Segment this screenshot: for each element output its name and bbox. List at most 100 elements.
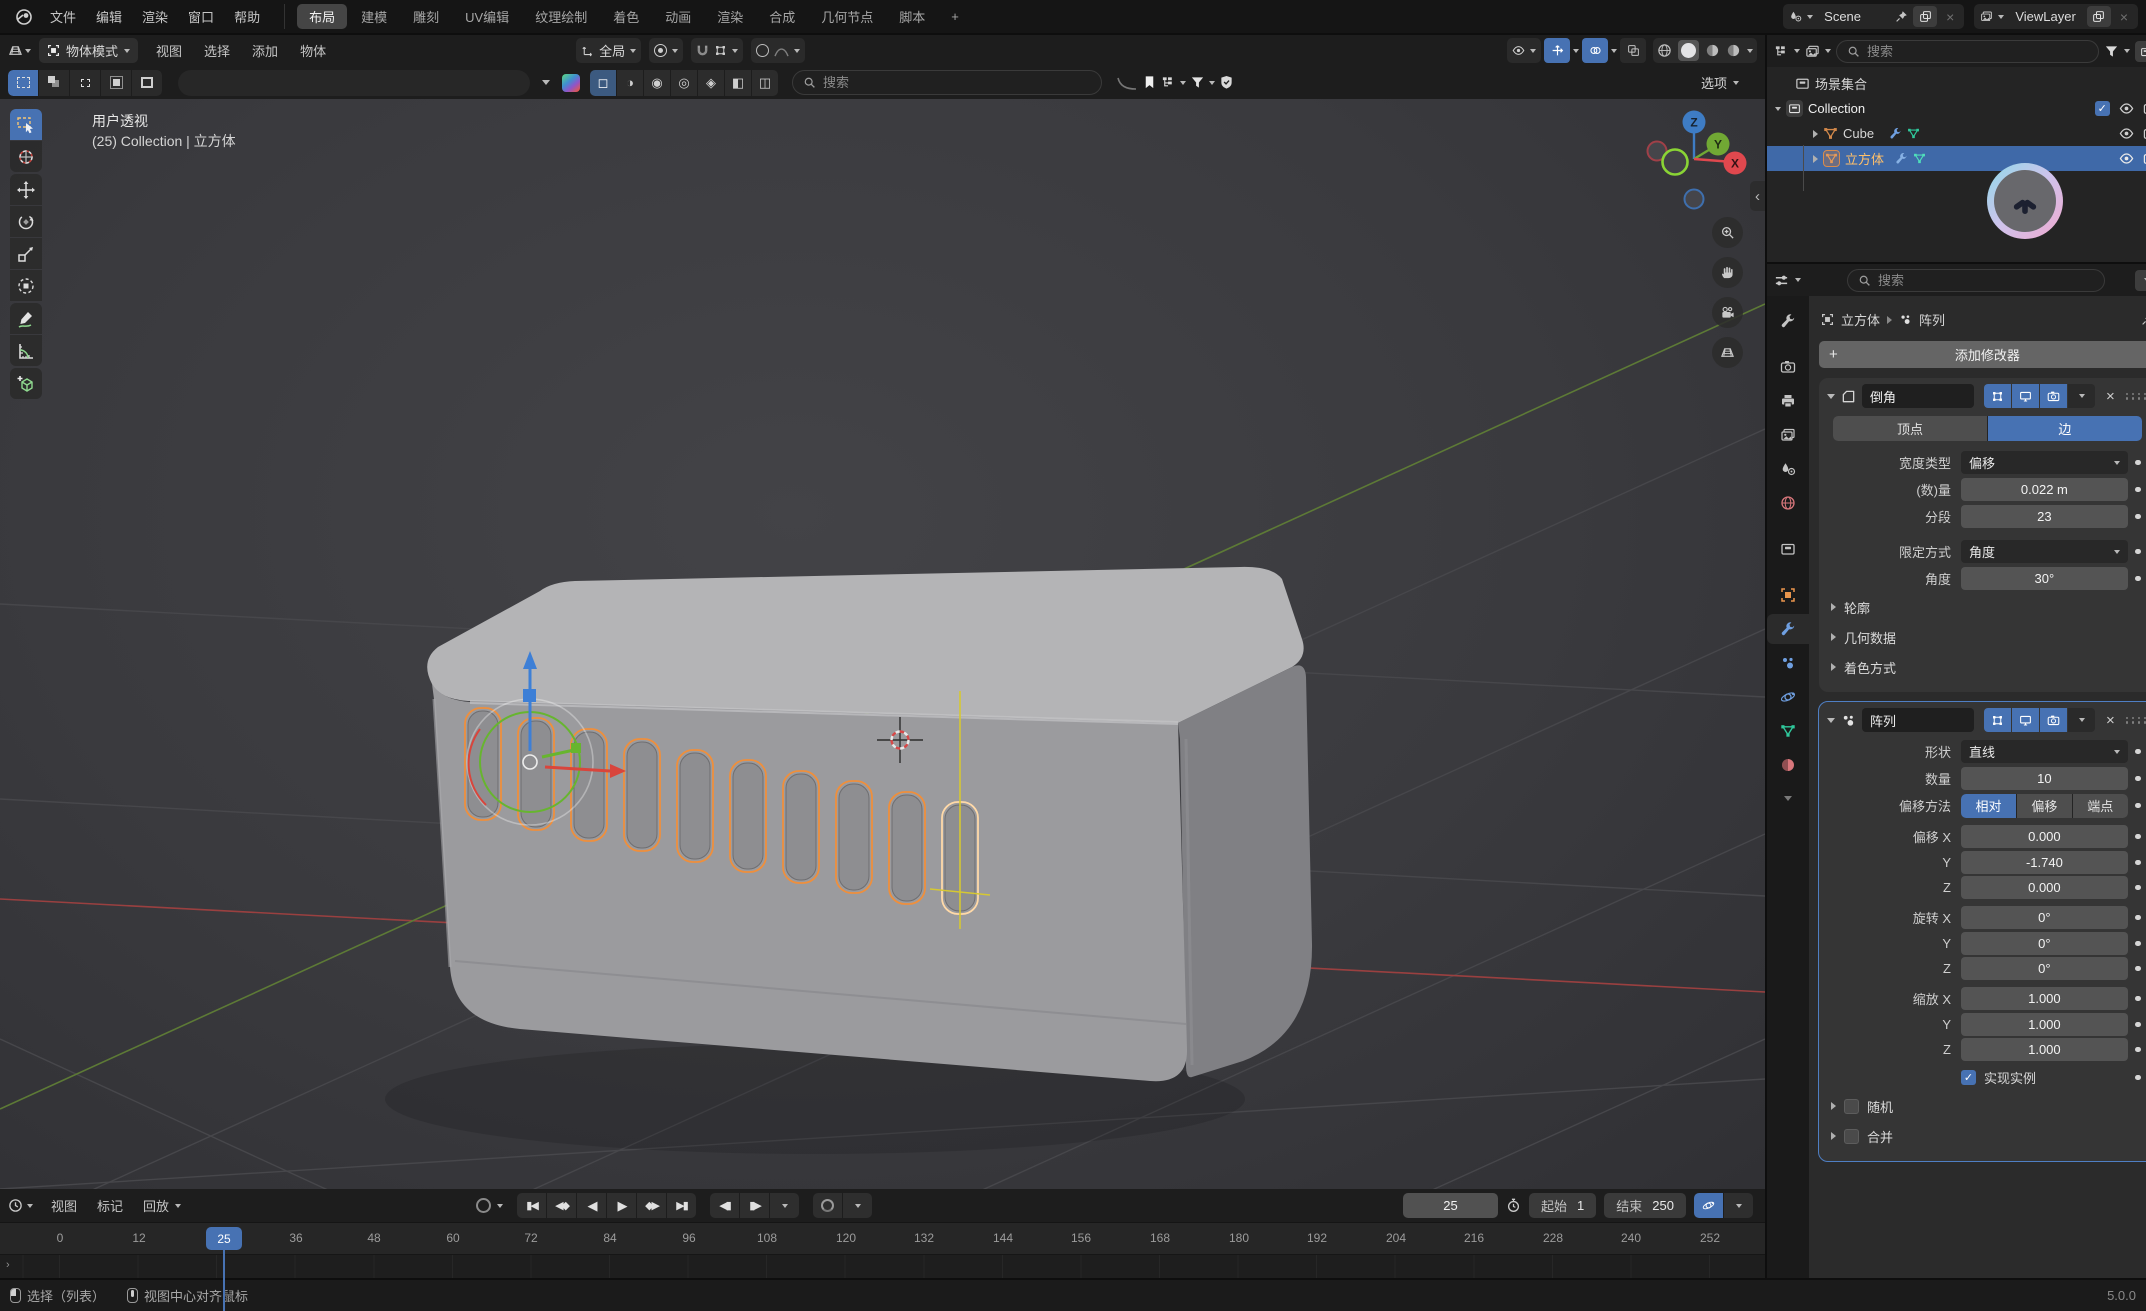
fit-type-dropdown[interactable]: 直线: [1961, 740, 2128, 763]
tab-scripting[interactable]: 脚本: [887, 4, 937, 29]
tab-material[interactable]: [1767, 750, 1809, 780]
proportional-edit-icon[interactable]: [756, 44, 769, 57]
tool-option-field[interactable]: [178, 70, 530, 96]
timeline-menu-playback[interactable]: 回放: [133, 1194, 191, 1218]
offset-mode-relative[interactable]: 相对: [1961, 794, 2016, 818]
rotation-x-field[interactable]: 0°: [1961, 906, 2128, 929]
animate-dot[interactable]: [2128, 514, 2146, 520]
amount-field[interactable]: 0.022 m: [1961, 478, 2128, 501]
object-visibility-dropdown[interactable]: [1507, 38, 1541, 63]
auto-keying-dropdown[interactable]: [843, 1193, 872, 1218]
editor-type-icon[interactable]: [8, 43, 23, 58]
rotation-z-field[interactable]: 0°: [1961, 957, 2128, 980]
offset-x-field[interactable]: 0.000: [1961, 825, 2128, 848]
play-reverse-button[interactable]: ◀: [577, 1193, 606, 1218]
next-keyframe-button[interactable]: ◆▶: [637, 1193, 666, 1218]
tab-render[interactable]: [1767, 352, 1809, 382]
search-input[interactable]: [823, 75, 1091, 90]
offset-mode-constant[interactable]: 偏移: [2017, 794, 2072, 818]
show-overlays-toggle[interactable]: [1582, 38, 1608, 63]
filter-curve-toggle[interactable]: ◑: [617, 70, 643, 96]
animate-dot[interactable]: [2128, 803, 2146, 809]
tab-world[interactable]: [1767, 488, 1809, 518]
merge-checkbox[interactable]: [1844, 1129, 1859, 1144]
outliner-filter-icon[interactable]: [2104, 44, 2119, 59]
tool-rotate[interactable]: [10, 206, 42, 237]
filter-armature-toggle[interactable]: ◧: [725, 70, 751, 96]
play-button[interactable]: ▶: [607, 1193, 636, 1218]
bevel-delete-button[interactable]: ×: [2101, 388, 2120, 405]
properties-editor-icon[interactable]: [1774, 273, 1789, 288]
angle-field[interactable]: 30°: [1961, 567, 2128, 590]
tab-rendering[interactable]: 渲染: [705, 4, 755, 29]
perspective-toggle-button[interactable]: [1712, 337, 1743, 368]
pivot-point-dropdown[interactable]: [649, 38, 683, 63]
shading-solid-button[interactable]: [1678, 40, 1699, 61]
tab-collection[interactable]: [1767, 534, 1809, 564]
record-button[interactable]: [476, 1198, 491, 1213]
viewlayer-selector[interactable]: ViewLayer ×: [1974, 4, 2138, 29]
outliner-row-scene-collection[interactable]: 场景集合: [1767, 71, 2146, 96]
add-modifier-button[interactable]: + 添加修改器: [1819, 341, 2146, 368]
tab-view-layer[interactable]: [1767, 420, 1809, 450]
menu-select[interactable]: 选择: [194, 39, 240, 63]
animate-dot[interactable]: [2128, 860, 2146, 866]
animate-dot[interactable]: [2128, 487, 2146, 493]
timeline-menu-view[interactable]: 视图: [41, 1194, 87, 1218]
filter-volume-toggle[interactable]: ◎: [671, 70, 697, 96]
jump-to-start-button[interactable]: ▮◀: [517, 1193, 546, 1218]
timeline-menu-marker[interactable]: 标记: [87, 1194, 133, 1218]
tab-uv-editing[interactable]: UV编辑: [453, 4, 521, 29]
menu-file[interactable]: 文件: [40, 5, 86, 29]
tab-rail-scroll-caret[interactable]: [1784, 796, 1792, 801]
prev-keyframe-button[interactable]: ◀◆: [547, 1193, 576, 1218]
animate-dot[interactable]: [2128, 1022, 2146, 1028]
timeline-tracks[interactable]: ›: [0, 1254, 1765, 1278]
shading-wireframe-button[interactable]: [1657, 43, 1672, 58]
scale-x-field[interactable]: 1.000: [1961, 987, 2128, 1010]
array-name-field[interactable]: 阵列: [1862, 708, 1974, 732]
auto-keying-button[interactable]: [813, 1193, 842, 1218]
menu-add[interactable]: 添加: [242, 39, 288, 63]
stopwatch-icon[interactable]: [1506, 1198, 1521, 1213]
bevel-editmode-toggle[interactable]: [1984, 384, 2011, 408]
animate-dot[interactable]: [2128, 1047, 2146, 1053]
select-mode-subtract-button[interactable]: [70, 70, 100, 96]
zoom-button[interactable]: [1712, 217, 1743, 248]
hide-eye-icon[interactable]: [2119, 151, 2134, 166]
offset-y-field[interactable]: -1.740: [1961, 851, 2128, 874]
scale-z-field[interactable]: 1.000: [1961, 1038, 2128, 1061]
options-dropdown[interactable]: 选项: [1701, 73, 1757, 92]
outliner-display-mode-icon[interactable]: [1774, 44, 1789, 59]
3d-viewport[interactable]: 用户透视 (25) Collection | 立方体: [0, 99, 1765, 1189]
menu-object[interactable]: 物体: [290, 39, 336, 63]
transform-orientation-dropdown[interactable]: 全局: [576, 38, 641, 63]
animate-dot[interactable]: [2128, 776, 2146, 782]
array-random-subpanel[interactable]: 随机: [1819, 1091, 2146, 1121]
unlink-scene-button[interactable]: ×: [1942, 9, 1958, 25]
timeline-editor-icon[interactable]: [8, 1198, 23, 1213]
show-gizmo-toggle[interactable]: [1544, 38, 1570, 63]
tab-modeling[interactable]: 建模: [349, 4, 399, 29]
current-frame-field[interactable]: 25: [1403, 1193, 1498, 1218]
filter-mesh-toggle[interactable]: ◻: [590, 70, 616, 96]
tool-measure[interactable]: [10, 335, 42, 366]
animate-dot[interactable]: [2128, 460, 2146, 466]
shield-check-icon[interactable]: [1219, 75, 1234, 90]
segments-field[interactable]: 23: [1961, 505, 2128, 528]
outliner-row-cube[interactable]: Cube: [1767, 121, 2146, 146]
step-forward-button[interactable]: ▮▶: [740, 1193, 769, 1218]
animate-dot[interactable]: [2128, 996, 2146, 1002]
tool-annotate[interactable]: [10, 303, 42, 334]
animate-dot[interactable]: [2128, 941, 2146, 947]
menu-view[interactable]: 视图: [146, 39, 192, 63]
outliner-filter-type-icon[interactable]: [1805, 44, 1820, 59]
menu-window[interactable]: 窗口: [178, 5, 224, 29]
hide-eye-icon[interactable]: [2119, 126, 2134, 141]
bevel-realtime-toggle[interactable]: [2012, 384, 2039, 408]
curve-falloff-icon[interactable]: [1116, 75, 1138, 91]
playback-sync-button[interactable]: [1694, 1193, 1723, 1218]
panel-collapse-caret[interactable]: [1827, 394, 1835, 399]
tab-sculpting[interactable]: 雕刻: [401, 4, 451, 29]
bevel-extras-dropdown[interactable]: [2068, 384, 2095, 408]
